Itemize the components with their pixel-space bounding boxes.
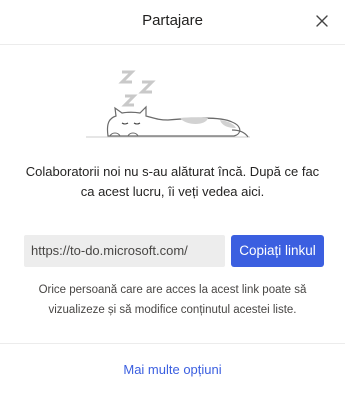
header-divider (0, 44, 345, 45)
sleeping-cat-icon (70, 60, 270, 150)
close-icon[interactable] (311, 10, 333, 32)
panel-title: Partajare (142, 12, 203, 29)
more-options-link[interactable]: Mai multe opțiuni (0, 362, 345, 377)
copy-link-button[interactable]: Copiați linkul (231, 235, 324, 267)
share-link-note: Orice persoană care are acces la acest l… (38, 284, 307, 316)
share-link-row: https://to-do.microsoft.com/ Copiați lin… (24, 235, 324, 267)
empty-state-message: Colaboratorii noi nu s-au alăturat încă.… (25, 164, 320, 199)
share-panel: Partajare Colaboratorii noi nu s-au alăt… (0, 0, 345, 396)
share-link-field[interactable]: https://to-do.microsoft.com/ (24, 235, 225, 267)
footer-divider (0, 343, 345, 344)
panel-header: Partajare (0, 0, 345, 44)
